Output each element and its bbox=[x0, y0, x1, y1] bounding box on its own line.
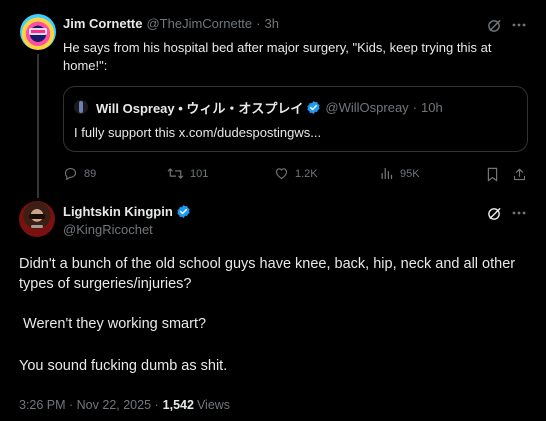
views-button[interactable]: 95K bbox=[379, 166, 420, 181]
quote-header: Will Ospreay • ウィル・オスプレイ @WillOspreay · … bbox=[74, 99, 519, 116]
like-count: 1.2K bbox=[295, 167, 318, 180]
main-tweet-paragraph: Weren't they working smart? bbox=[19, 316, 207, 332]
verified-badge-icon bbox=[307, 100, 321, 114]
quote-card[interactable]: Will Ospreay • ウィル・オスプレイ @WillOspreay · … bbox=[63, 86, 528, 152]
main-views-count: 1,542 bbox=[162, 398, 194, 412]
heart-icon bbox=[275, 168, 288, 180]
ellipsis-icon bbox=[512, 23, 526, 27]
avatar-art-icon bbox=[29, 28, 47, 35]
quote-author-name: Will Ospreay • ウィル・オスプレイ bbox=[96, 100, 304, 116]
ellipsis-icon bbox=[512, 211, 526, 215]
main-tweet-paragraph: You sound fucking dumb as shit. bbox=[19, 358, 228, 374]
avatar-silhouette-icon bbox=[79, 101, 83, 113]
tweet-meta: 3:26 PM · Nov 22, 2025 · 1,542 Views bbox=[19, 398, 419, 412]
main-timestamp[interactable]: 3:26 PM · Nov 22, 2025 · bbox=[19, 398, 159, 412]
tweet-text: He says from his hospital bed after majo… bbox=[63, 40, 492, 73]
views-count: 95K bbox=[400, 167, 420, 180]
main-author-handle[interactable]: @KingRicochet bbox=[63, 222, 463, 237]
tweet-header: Jim Cornette @TheJimCornette · 3h bbox=[63, 14, 483, 32]
bookmark-button[interactable] bbox=[483, 165, 501, 183]
reply-count: 89 bbox=[84, 167, 97, 180]
reply-button[interactable]: 89 bbox=[63, 166, 96, 181]
author-name[interactable]: Jim Cornette bbox=[63, 16, 142, 31]
thread-line bbox=[37, 54, 39, 198]
main-author-name[interactable]: Lightskin Kingpin bbox=[63, 204, 173, 219]
main-views-label: Views bbox=[196, 398, 231, 412]
repost-count: 101 bbox=[190, 167, 209, 180]
main-author-name-row: Lightskin Kingpin bbox=[63, 204, 463, 219]
quote-text: I fully support this x.com/dudespostingw… bbox=[74, 125, 322, 140]
more-options-button[interactable] bbox=[510, 16, 528, 34]
avatar-jim-cornette[interactable] bbox=[20, 14, 56, 50]
grok-button[interactable] bbox=[485, 204, 503, 222]
bookmark-icon bbox=[487, 167, 497, 181]
quote-author-handle: @WillOspreay bbox=[325, 99, 409, 115]
avatar-lightskin-kingpin[interactable] bbox=[19, 201, 55, 237]
like-button[interactable]: 1.2K bbox=[274, 166, 318, 181]
tweet-time[interactable]: 3h bbox=[265, 16, 279, 31]
reply-icon bbox=[64, 167, 77, 180]
author-handle[interactable]: @TheJimCornette bbox=[146, 16, 252, 31]
grok-icon bbox=[487, 19, 501, 32]
more-options-button[interactable] bbox=[510, 204, 528, 222]
views-bar-chart-icon bbox=[381, 167, 393, 180]
verified-badge-icon bbox=[177, 204, 190, 219]
avatar-will-ospreay bbox=[74, 100, 88, 114]
separator-dot: · bbox=[256, 15, 261, 31]
repost-button[interactable]: 101 bbox=[167, 166, 208, 181]
separator-dot: · bbox=[412, 99, 418, 115]
avatar-art-icon bbox=[29, 214, 45, 228]
main-tweet-text: Didn't a bunch of the old school guys ha… bbox=[19, 254, 519, 376]
quote-time: 10h bbox=[421, 99, 443, 115]
share-button[interactable] bbox=[510, 165, 528, 183]
share-icon bbox=[513, 168, 525, 180]
grok-button[interactable] bbox=[485, 16, 503, 34]
repost-icon bbox=[167, 168, 184, 179]
main-tweet-paragraph: Didn't a bunch of the old school guys ha… bbox=[19, 256, 516, 292]
grok-icon bbox=[487, 207, 501, 220]
main-author-block: Lightskin Kingpin @KingRicochet bbox=[63, 204, 463, 240]
